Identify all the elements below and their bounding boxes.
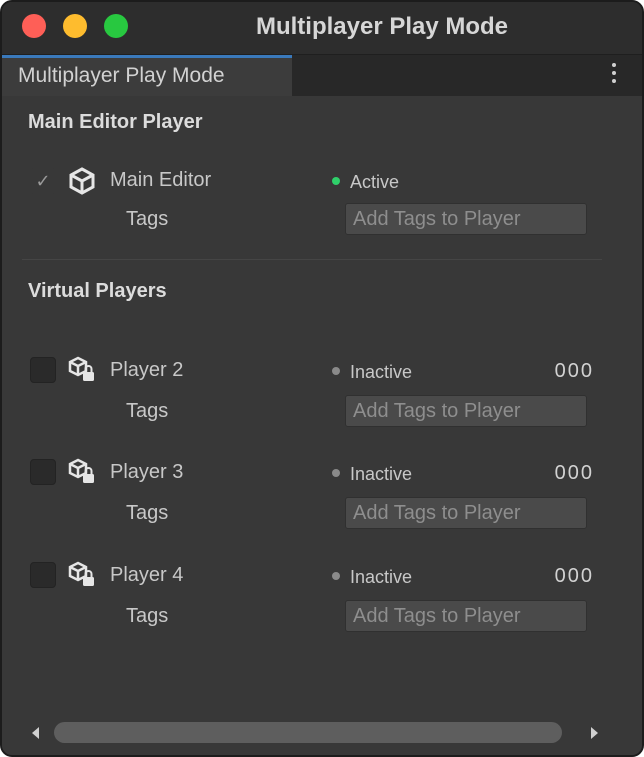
player-name-player-4: Player 4 <box>110 564 184 586</box>
scrollbar-thumb[interactable] <box>54 722 562 743</box>
status-player-3: Inactive <box>332 464 412 485</box>
tags-label: Tags <box>126 502 169 524</box>
tags-label: Tags <box>126 605 169 627</box>
inactive-status-dot <box>332 469 340 478</box>
scroll-left-icon[interactable] <box>32 727 39 739</box>
tags-label: Tags <box>126 208 169 230</box>
player-4-checkbox[interactable] <box>30 562 56 588</box>
tags-input-player-2[interactable] <box>345 395 587 427</box>
player-3-counter: 000 <box>554 462 594 484</box>
section-title-virtual-players: Virtual Players <box>28 280 167 302</box>
section-divider <box>22 259 602 260</box>
unity-locked-icon <box>68 458 94 483</box>
status-player-4: Inactive <box>332 567 412 588</box>
main-editor-checkbox[interactable]: ✓ <box>30 168 56 194</box>
status-label: Inactive <box>350 567 413 587</box>
window: Multiplayer Play Mode Multiplayer Play M… <box>0 0 644 757</box>
tab-multiplayer-play-mode[interactable]: Multiplayer Play Mode <box>2 55 292 96</box>
scroll-right-icon[interactable] <box>591 727 598 739</box>
player-4-counter: 000 <box>554 565 594 587</box>
status-player-2: Inactive <box>332 362 412 383</box>
tab-strip: Multiplayer Play Mode <box>2 55 642 96</box>
section-title-main-editor-player: Main Editor Player <box>28 111 203 133</box>
tags-label: Tags <box>126 400 169 422</box>
inactive-status-dot <box>332 572 340 581</box>
player-name-main-editor: Main Editor <box>110 169 212 191</box>
status-label: Inactive <box>350 464 413 484</box>
more-options-icon[interactable] <box>610 63 618 89</box>
status-label: Active <box>350 172 400 192</box>
player-name-player-2: Player 2 <box>110 359 184 381</box>
tags-input-main-editor[interactable] <box>345 203 587 235</box>
tags-input-player-4[interactable] <box>345 600 587 632</box>
inactive-status-dot <box>332 367 340 376</box>
window-title: Multiplayer Play Mode <box>255 13 509 40</box>
horizontal-scrollbar[interactable] <box>2 715 642 751</box>
unity-locked-icon <box>68 356 94 381</box>
player-3-checkbox[interactable] <box>30 459 56 485</box>
player-name-player-3: Player 3 <box>110 461 184 483</box>
status-label: Inactive <box>350 362 413 382</box>
tags-input-player-3[interactable] <box>345 497 587 529</box>
active-status-dot <box>332 177 340 186</box>
unity-logo-icon <box>69 167 95 195</box>
title-bar: Multiplayer Play Mode <box>2 2 642 55</box>
status-main-editor: Active <box>332 172 399 193</box>
player-2-checkbox[interactable] <box>30 357 56 383</box>
player-2-counter: 000 <box>554 360 594 382</box>
unity-locked-icon <box>68 561 94 586</box>
